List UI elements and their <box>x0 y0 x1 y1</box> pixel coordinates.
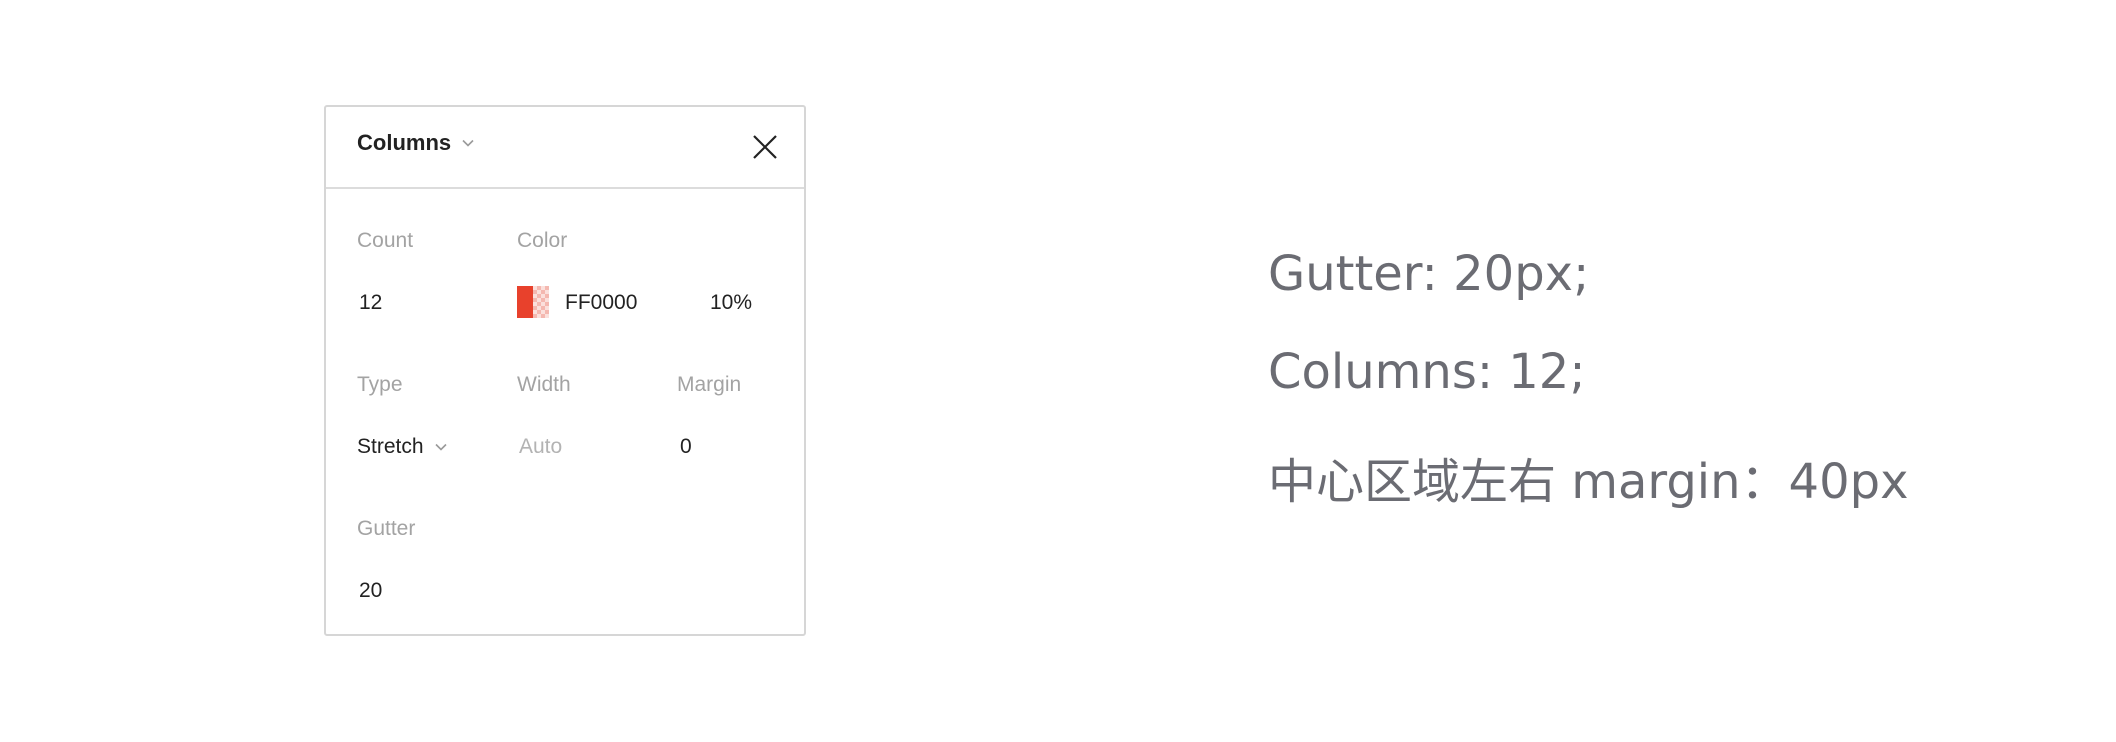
color-label: Color <box>517 229 568 252</box>
color-swatch[interactable] <box>517 286 549 318</box>
note-columns: Columns: 12; <box>1268 344 1586 400</box>
swatch-solid-part <box>517 286 533 318</box>
gutter-input[interactable]: 20 <box>359 579 382 603</box>
width-input[interactable]: Auto <box>519 435 562 459</box>
type-value: Stretch <box>357 435 424 458</box>
swatch-transparency-part <box>533 286 549 318</box>
margin-input[interactable]: 0 <box>680 435 692 459</box>
type-dropdown[interactable]: Stretch <box>357 435 448 459</box>
note-gutter: Gutter: 20px; <box>1268 246 1590 302</box>
chevron-down-icon <box>434 443 447 451</box>
color-hex-input[interactable]: FF0000 <box>565 291 637 315</box>
grid-type-dropdown[interactable]: Columns <box>357 130 475 156</box>
color-opacity-input[interactable]: 10% <box>710 291 752 315</box>
note-margin: 中心区域左右 margin：40px <box>1268 454 1909 510</box>
count-label: Count <box>357 229 414 252</box>
panel-title: Columns <box>357 130 452 155</box>
layout-grid-panel: Columns Count 12 Color FF0000 10% Type S… <box>324 105 806 636</box>
chevron-down-icon <box>462 139 474 147</box>
type-label: Type <box>357 373 403 396</box>
panel-header: Columns <box>326 107 804 189</box>
close-icon[interactable] <box>752 134 778 160</box>
count-input[interactable]: 12 <box>359 291 382 315</box>
margin-label: Margin <box>677 373 742 396</box>
gutter-label: Gutter <box>357 517 416 540</box>
width-label: Width <box>517 373 571 396</box>
